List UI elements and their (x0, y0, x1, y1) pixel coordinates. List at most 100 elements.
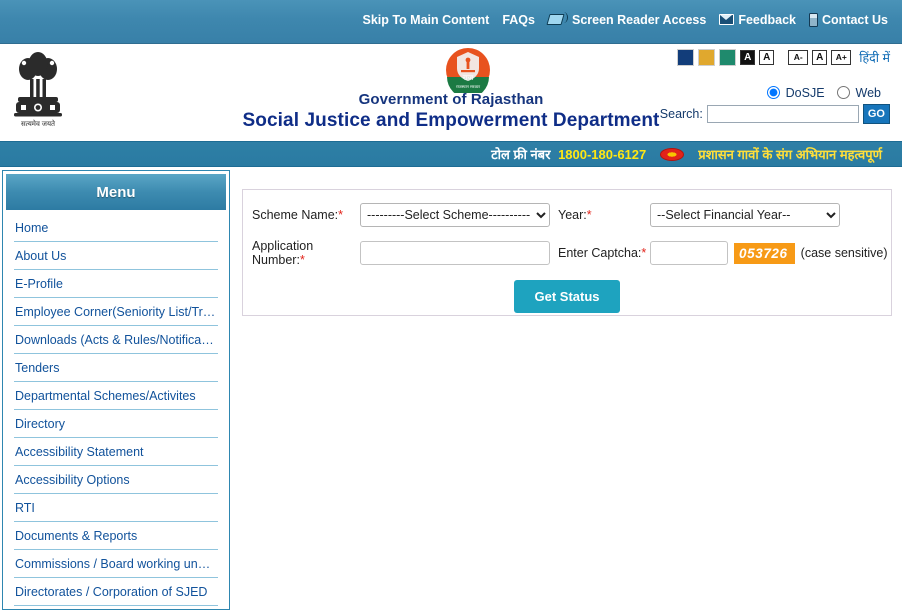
status-form: Scheme Name:* ---------Select Scheme----… (243, 190, 891, 267)
sidebar-title: Menu (6, 174, 226, 210)
sidebar-item-employee-corner[interactable]: Employee Corner(Seniority List/Tran... (14, 298, 218, 325)
scheme-select-cell: ---------Select Scheme---------- (360, 203, 558, 227)
sidebar-item-departmental-schemes[interactable]: Departmental Schemes/Activites (14, 382, 218, 409)
captcha-label: Enter Captcha:* (558, 246, 650, 260)
sidebar-item-about-us[interactable]: About Us (14, 242, 218, 269)
screen-reader-access-link[interactable]: Screen Reader Access (546, 12, 707, 27)
captcha-case-note: (case sensitive) (800, 246, 888, 260)
search-scope-web-label[interactable]: Web (856, 86, 881, 100)
application-number-input[interactable] (360, 241, 550, 265)
svg-text:राज: राज (463, 73, 474, 82)
get-status-button[interactable]: Get Status (514, 280, 620, 313)
list-item: Accessibility Statement (14, 438, 218, 466)
search-input[interactable] (706, 105, 859, 123)
theme-swatch-gold[interactable] (698, 49, 716, 66)
sidebar-item-list-of-organisations[interactable]: List of Organisations (14, 606, 218, 609)
captcha-cell: 053726 (case sensitive) (650, 241, 891, 265)
sidebar-item-accessibility-options[interactable]: Accessibility Options (14, 466, 218, 493)
captcha-input[interactable] (650, 241, 728, 265)
list-item: Departmental Schemes/Activites (14, 382, 218, 410)
scheme-name-select[interactable]: ---------Select Scheme---------- (360, 203, 550, 227)
top-utility-bar: Skip To Main Content FAQs Screen Reader … (0, 0, 902, 44)
search-label: Search: (659, 107, 703, 121)
list-item: Directorates / Corporation of SJED (14, 578, 218, 606)
year-label: Year:* (558, 208, 650, 222)
search-row: Search: GO (660, 104, 890, 124)
captcha-label-text: Enter Captcha: (558, 246, 642, 260)
toll-free-number: 1800-180-6127 (558, 147, 647, 162)
scheme-name-label-text: Scheme Name: (252, 208, 339, 222)
top-links: Skip To Main Content FAQs Screen Reader … (362, 12, 888, 27)
required-asterisk: * (586, 208, 592, 222)
submit-row: Get Status (243, 280, 891, 313)
new-badge-icon (660, 147, 685, 161)
sidebar-item-rti[interactable]: RTI (14, 494, 218, 521)
list-item: Employee Corner(Seniority List/Tran... (14, 298, 218, 326)
site-header: सत्यमेव जयते राज राजस्थान सरकार Governme… (0, 44, 902, 141)
list-item: Commissions / Board working under D... (14, 550, 218, 578)
search-go-button[interactable]: GO (862, 104, 890, 124)
list-item: Home (14, 214, 218, 242)
language-hindi-link[interactable]: हिंदी में (859, 49, 890, 66)
sidebar-item-directory[interactable]: Directory (14, 410, 218, 437)
search-scope-web-radio[interactable] (837, 86, 851, 99)
theme-swatch-green[interactable] (719, 49, 737, 66)
faqs-link[interactable]: FAQs (502, 13, 535, 27)
marquee-bar: टोल फ्री नंबर 1800-180-6127 प्रशासन गावो… (0, 141, 902, 167)
required-asterisk: * (338, 208, 344, 222)
list-item: Documents & Reports (14, 522, 218, 550)
required-asterisk: * (299, 253, 305, 267)
toll-free-group: टोल फ्री नंबर 1800-180-6127 (491, 145, 646, 163)
sidebar-item-commissions-board[interactable]: Commissions / Board working under D... (14, 550, 218, 577)
accessibility-toolbar: A A A- A A+ हिंदी में (677, 49, 890, 66)
search-scope-group: DoSJE Web (660, 86, 890, 100)
list-item: Tenders (14, 354, 218, 382)
sidebar-list: Home About Us E-Profile Employee Corner(… (3, 214, 229, 609)
sidebar-item-home[interactable]: Home (14, 214, 218, 241)
font-decrease-button[interactable]: A- (788, 50, 809, 65)
envelope-icon (719, 14, 735, 25)
font-normal-button[interactable]: A (812, 50, 828, 65)
search-block: DoSJE Web Search: GO (660, 86, 890, 124)
toll-free-label: टोल फ्री नंबर (491, 147, 551, 162)
normal-contrast-button[interactable]: A (759, 50, 775, 65)
search-scope-dosje-radio[interactable] (767, 86, 781, 99)
list-item: About Us (14, 242, 218, 270)
sidebar-item-downloads[interactable]: Downloads (Acts & Rules/Notificatio... (14, 326, 218, 353)
sidebar-item-documents-reports[interactable]: Documents & Reports (14, 522, 218, 549)
page-root: Skip To Main Content FAQs Screen Reader … (0, 0, 902, 610)
list-item: Accessibility Options (14, 466, 218, 494)
feedback-link[interactable]: Feedback (719, 13, 796, 27)
content-area: Menu Home About Us E-Profile Employee Co… (0, 167, 902, 610)
skip-to-main-content-link[interactable]: Skip To Main Content (362, 13, 489, 27)
rajasthan-state-emblem-icon: राज राजस्थान सरकार (446, 48, 490, 93)
theme-swatch-navy[interactable] (677, 49, 695, 66)
sidebar-menu: Menu Home About Us E-Profile Employee Co… (2, 170, 230, 610)
financial-year-select[interactable]: --Select Financial Year-- (650, 203, 840, 227)
screen-reader-icon (546, 12, 568, 27)
font-increase-button[interactable]: A+ (831, 50, 852, 65)
sidebar-item-accessibility-statement[interactable]: Accessibility Statement (14, 438, 218, 465)
list-item: List of Organisations (14, 606, 218, 609)
list-item: Directory (14, 410, 218, 438)
captcha-image: 053726 (734, 242, 795, 264)
application-status-panel: Scheme Name:* ---------Select Scheme----… (242, 189, 892, 316)
phone-icon (809, 12, 819, 27)
year-select-cell: --Select Financial Year-- (650, 203, 891, 227)
contact-us-link[interactable]: Contact Us (809, 12, 888, 27)
sidebar-item-tenders[interactable]: Tenders (14, 354, 218, 381)
application-number-label: Application Number:* (252, 239, 360, 267)
screen-reader-access-label: Screen Reader Access (571, 12, 707, 27)
year-label-text: Year: (558, 208, 587, 222)
high-contrast-button[interactable]: A (740, 50, 756, 65)
list-item: Downloads (Acts & Rules/Notificatio... (14, 326, 218, 354)
svg-text:राजस्थान सरकार: राजस्थान सरकार (456, 84, 480, 89)
search-scope-dosje-label[interactable]: DoSJE (786, 86, 825, 100)
contact-us-label: Contact Us (822, 12, 888, 27)
sidebar-item-directorates-corporation[interactable]: Directorates / Corporation of SJED (14, 578, 218, 605)
application-number-cell (360, 241, 558, 265)
required-asterisk: * (641, 246, 647, 260)
sidebar-item-e-profile[interactable]: E-Profile (14, 270, 218, 297)
list-item: RTI (14, 494, 218, 522)
marquee-notice: प्रशासन गावों के संग अभियान महत्वपूर्ण (698, 147, 882, 162)
